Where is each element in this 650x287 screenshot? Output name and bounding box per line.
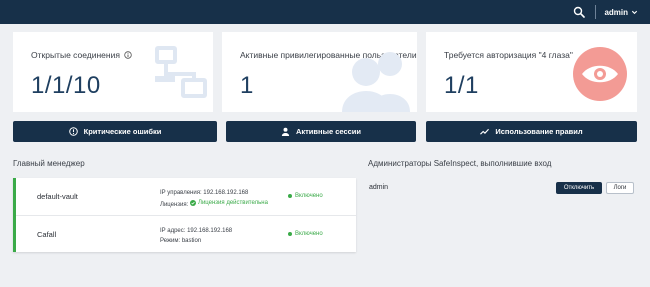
main-manager-title: Главный менеджер xyxy=(13,159,85,168)
top-bar: admin xyxy=(0,0,650,24)
manager-license: Лицензия: Лицензия действительна xyxy=(160,200,268,208)
status-dot-icon xyxy=(288,232,292,236)
stat-value: 1/1/10 xyxy=(31,72,101,99)
eye-icon xyxy=(573,47,627,101)
user-name: admin xyxy=(604,7,628,17)
manager-ip: IP управления: 192.168.192.168 xyxy=(160,190,249,196)
manager-status: Включено xyxy=(288,193,323,199)
manager-mode: Режим: bastion xyxy=(160,238,202,244)
license-status: Лицензия действительна xyxy=(198,200,268,206)
manager-row[interactable]: default-vault IP управления: 192.168.192… xyxy=(16,178,356,215)
admin-name: admin xyxy=(369,184,389,191)
topbar-divider xyxy=(595,5,597,19)
user-icon xyxy=(281,127,290,136)
manager-name: default-vault xyxy=(37,192,78,201)
stat-card-open-connections: Открытые соединения 1/1/10 xyxy=(13,32,213,112)
rules-usage-button[interactable]: Использование правил xyxy=(426,121,637,142)
manager-status: Включено xyxy=(288,231,323,237)
users-icon xyxy=(342,52,410,112)
stat-value: 1 xyxy=(240,72,254,99)
manager-ip: IP адрес: 192.168.192.168 xyxy=(160,228,233,234)
user-menu[interactable]: admin xyxy=(604,8,638,17)
admin-row: admin Отключить Логи xyxy=(369,180,635,196)
disconnect-button[interactable]: Отключить xyxy=(556,182,602,194)
active-sessions-button[interactable]: Активные сессии xyxy=(226,121,416,142)
stat-value: 1/1 xyxy=(444,72,479,99)
stat-card-four-eyes: Требуется авторизация "4 глаза" 1/1 xyxy=(426,32,637,112)
check-circle-icon xyxy=(190,200,196,206)
critical-errors-button[interactable]: Критические ошибки xyxy=(13,121,217,142)
main-manager-card: default-vault IP управления: 192.168.192… xyxy=(13,178,356,252)
mode-value: bastion xyxy=(181,238,202,244)
network-icon xyxy=(155,46,207,98)
search-icon[interactable] xyxy=(573,6,586,18)
manager-info: IP управления: 192.168.192.168 Лицензия:… xyxy=(160,188,268,210)
manager-row[interactable]: Cafall IP адрес: 192.168.192.168 Режим: … xyxy=(16,215,356,252)
critical-errors-label: Критические ошибки xyxy=(83,127,162,136)
active-sessions-label: Активные сессии xyxy=(295,127,362,136)
stat-card-privileged-users: Активные привилегированные пользователи … xyxy=(222,32,417,112)
trend-icon xyxy=(480,128,490,135)
rules-usage-label: Использование правил xyxy=(495,127,583,136)
alert-icon xyxy=(68,127,78,136)
stat-label: Открытые соединения xyxy=(31,50,132,60)
chevron-down-icon xyxy=(631,10,638,14)
stat-label: Требуется авторизация "4 глаза" xyxy=(444,50,573,60)
admins-title: Администраторы SafeInspect, выполнившие … xyxy=(368,159,552,168)
logs-button[interactable]: Логи xyxy=(606,182,634,194)
status-dot-icon xyxy=(288,194,292,198)
manager-info: IP адрес: 192.168.192.168 Режим: bastion xyxy=(160,226,232,246)
info-icon[interactable] xyxy=(124,51,132,59)
manager-name: Cafall xyxy=(37,230,57,239)
